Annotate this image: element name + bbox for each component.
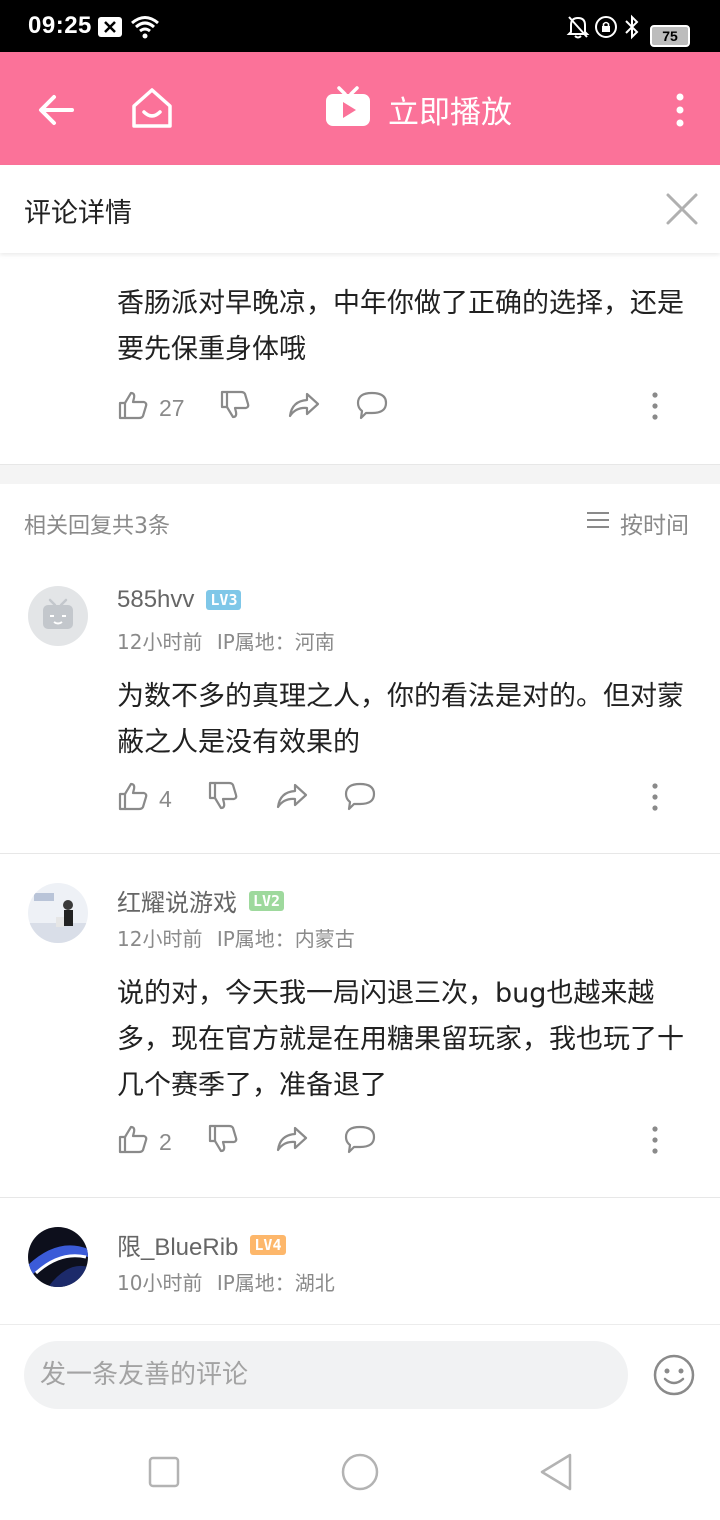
username[interactable]: 红耀说游戏 LV2 — [117, 883, 285, 918]
like-count: 27 — [159, 395, 185, 421]
reply-icon[interactable] — [355, 389, 389, 425]
like-icon[interactable] — [117, 389, 149, 425]
lock-rotation-icon — [594, 14, 618, 44]
level-badge: LV2 — [249, 890, 285, 911]
username[interactable]: 限_BlueRib LV4 — [117, 1227, 286, 1262]
reply-actions: 4 — [117, 780, 677, 820]
comment-detail-header: 评论详情 — [0, 165, 720, 253]
top-nav-bar: 立即播放 — [0, 52, 720, 165]
more-options-icon[interactable] — [647, 1125, 663, 1159]
more-options-icon[interactable] — [647, 391, 663, 425]
back-arrow-icon[interactable] — [34, 88, 78, 132]
reply-meta: 10小时前 IP属地：湖北 — [117, 1267, 335, 1296]
dislike-icon[interactable] — [219, 389, 251, 425]
section-divider — [0, 464, 720, 484]
more-vertical-icon[interactable] — [664, 88, 696, 132]
share-icon[interactable] — [275, 1123, 309, 1159]
bluetooth-icon — [622, 14, 642, 44]
dislike-icon[interactable] — [207, 1123, 239, 1159]
comment-text: 香肠派对早晚凉，中年你做了正确的选择，还是要先保重身体哦 — [117, 288, 684, 365]
like-icon[interactable] — [117, 780, 149, 816]
original-comment: 香肠派对早晚凉，中年你做了正确的选择，还是要先保重身体哦 27 — [0, 253, 720, 464]
recents-square-icon[interactable] — [148, 1456, 180, 1492]
back-triangle-icon[interactable] — [538, 1452, 574, 1496]
page-title: 评论详情 — [24, 198, 132, 229]
mute-bell-icon — [566, 14, 590, 44]
comment-input[interactable] — [40, 1341, 610, 1409]
status-bar: 09:25 75 — [0, 0, 720, 52]
ip-location: IP属地：内蒙古 — [216, 927, 355, 951]
reply-time: 12小时前 — [117, 630, 203, 654]
more-options-icon[interactable] — [647, 782, 663, 816]
username[interactable]: 585hvv LV3 — [117, 586, 242, 614]
home-circle-icon[interactable] — [340, 1452, 380, 1496]
tv-play-icon — [324, 84, 372, 134]
home-icon[interactable] — [128, 84, 176, 132]
ip-location: IP属地：河南 — [216, 630, 335, 654]
comment-input-box[interactable] — [24, 1341, 628, 1409]
level-badge: LV4 — [250, 1234, 286, 1255]
replies-count: 相关回复共3条 — [24, 514, 170, 539]
reply-time: 12小时前 — [117, 927, 203, 951]
like-count: 2 — [159, 1129, 172, 1155]
level-badge: LV3 — [206, 590, 242, 610]
avatar[interactable] — [28, 1227, 88, 1287]
emoji-icon[interactable] — [652, 1353, 696, 1397]
nav-title: 立即播放 — [388, 94, 512, 131]
reply-item: 585hvv LV3 12小时前 IP属地：河南 为数不多的真理之人，你的看法是… — [0, 558, 720, 854]
reply-actions: 2 — [117, 1123, 677, 1163]
reply-icon[interactable] — [343, 780, 377, 816]
play-now-button[interactable]: 立即播放 — [324, 84, 512, 134]
avatar[interactable] — [28, 883, 88, 943]
replies-header: 相关回复共3条 按时间 — [0, 484, 720, 558]
ip-location: IP属地：湖北 — [216, 1271, 335, 1295]
status-time: 09:25 — [28, 12, 92, 39]
reply-item: 红耀说游戏 LV2 12小时前 IP属地：内蒙古 说的对，今天我一局闪退三次，b… — [0, 855, 720, 1198]
sort-lines-icon — [586, 510, 620, 536]
avatar[interactable] — [28, 586, 88, 646]
share-icon[interactable] — [275, 780, 309, 816]
sort-by-time-button[interactable]: 按时间 — [586, 506, 689, 540]
reply-meta: 12小时前 IP属地：内蒙古 — [117, 923, 355, 952]
reply-icon[interactable] — [343, 1123, 377, 1159]
reply-time: 10小时前 — [117, 1271, 203, 1295]
close-icon[interactable] — [664, 191, 700, 227]
like-count: 4 — [159, 786, 172, 812]
comment-input-bar — [0, 1324, 720, 1428]
system-nav-bar — [0, 1428, 720, 1520]
wifi-icon — [130, 14, 160, 44]
reply-item: 限_BlueRib LV4 10小时前 IP属地：湖北 — [0, 1199, 720, 1324]
comment-actions: 27 — [117, 389, 677, 429]
battery-icon: 75 — [650, 25, 690, 47]
reply-text: 为数不多的真理之人，你的看法是对的。但对蒙蔽之人是没有效果的 — [117, 681, 684, 758]
dislike-icon[interactable] — [207, 780, 239, 816]
reply-text: 说的对，今天我一局闪退三次，bug也越来越多，现在官方就是在用糖果留玩家，我也玩… — [117, 978, 684, 1101]
reply-meta: 12小时前 IP属地：河南 — [117, 626, 335, 655]
share-icon[interactable] — [287, 389, 321, 425]
sort-label: 按时间 — [620, 513, 689, 539]
like-icon[interactable] — [117, 1123, 149, 1159]
close-box-icon — [98, 17, 122, 41]
